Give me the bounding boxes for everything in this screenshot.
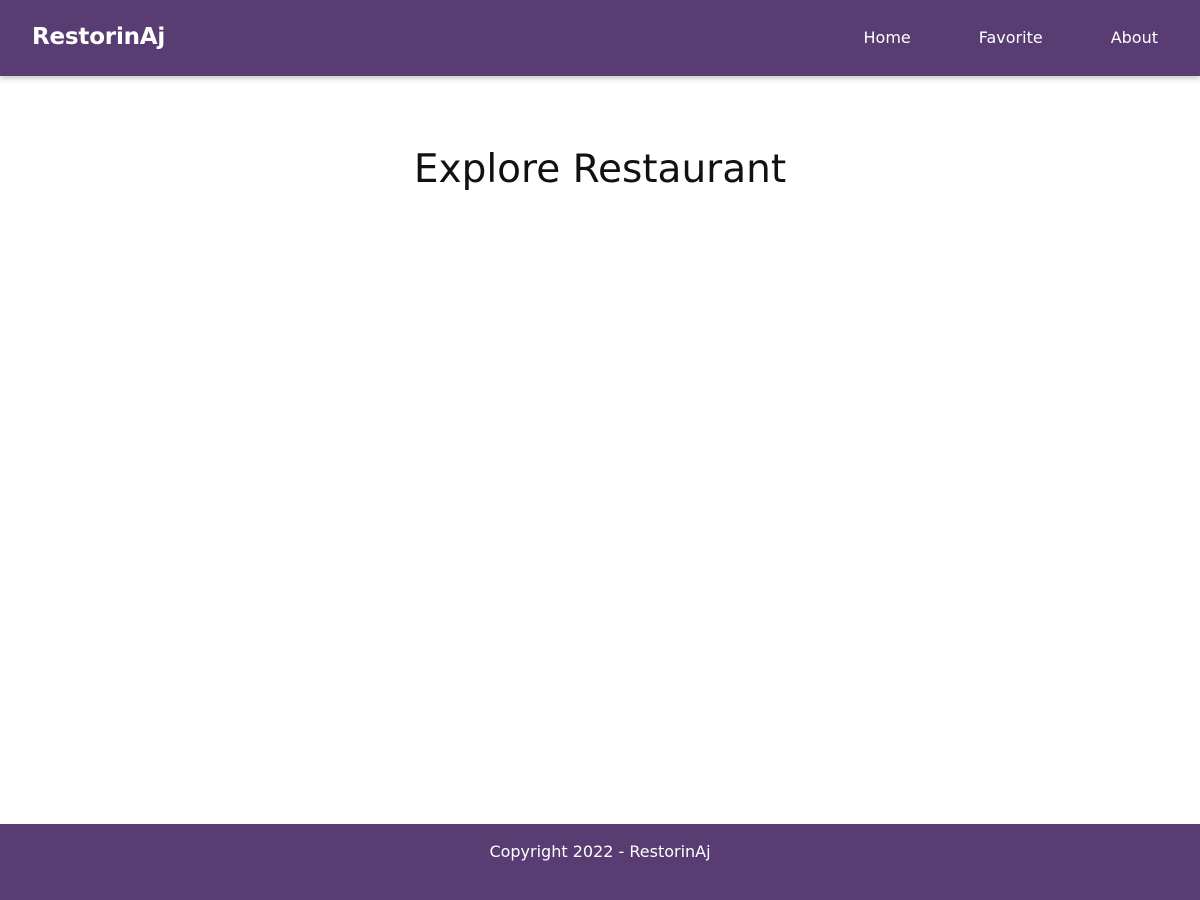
nav-link-home[interactable]: Home	[864, 2, 911, 74]
main-nav: Home Favorite About	[864, 0, 1159, 76]
footer-copyright: Copyright 2022 - RestorinAj	[489, 842, 711, 861]
nav-link-about[interactable]: About	[1111, 2, 1158, 74]
app-header: RestorinAj Home Favorite About	[0, 0, 1200, 76]
page-title: Explore Restaurant	[413, 147, 787, 192]
brand-logo-link[interactable]: RestorinAj	[32, 0, 165, 76]
nav-link-favorite[interactable]: Favorite	[979, 2, 1043, 74]
page-footer: Copyright 2022 - RestorinAj	[0, 824, 1200, 900]
main-content: Explore Restaurant	[0, 76, 1200, 824]
